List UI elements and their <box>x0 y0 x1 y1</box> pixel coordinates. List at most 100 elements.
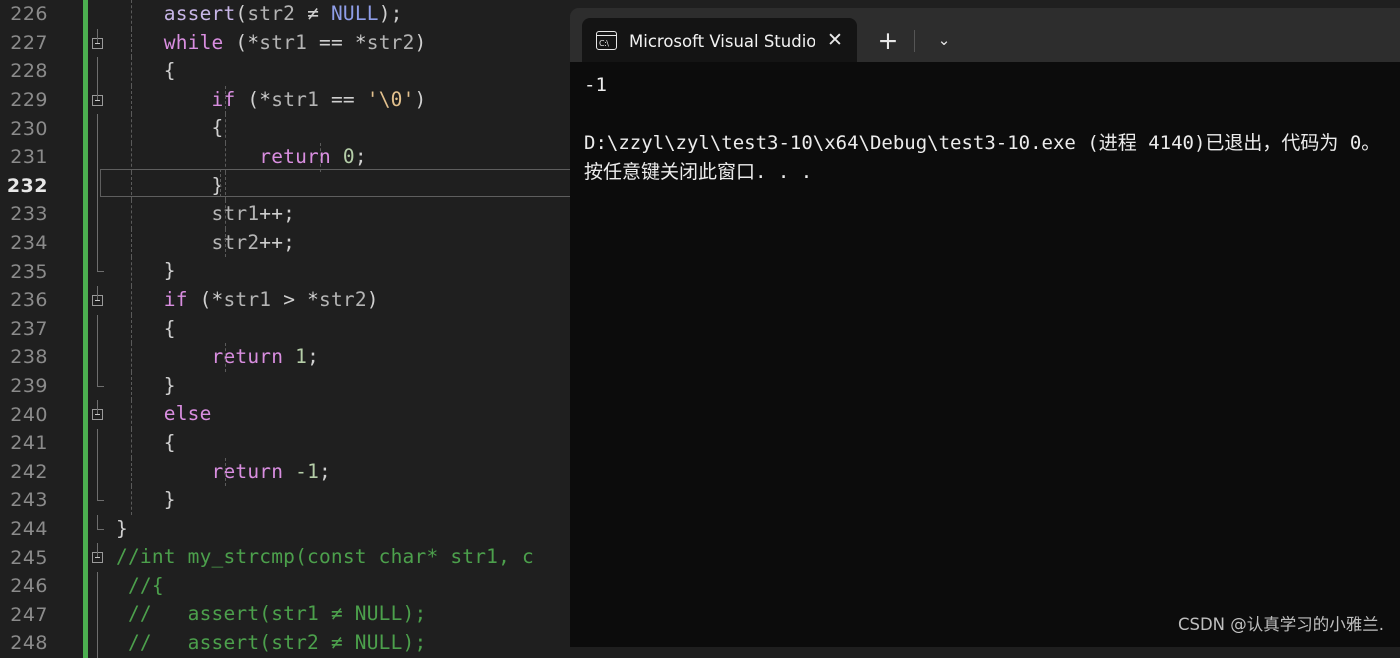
indent-guide <box>131 114 132 143</box>
indent-guide <box>225 85 226 115</box>
titlebar-divider <box>914 30 915 52</box>
fold-gutter[interactable] <box>88 486 114 515</box>
code-token: { <box>116 116 224 140</box>
fold-gutter[interactable] <box>88 343 114 372</box>
code-token: '\0' <box>366 87 415 111</box>
line-number: 240 <box>10 403 48 426</box>
terminal-window[interactable]: C:\ Microsoft Visual Studio 调试控 ✕ + ⌄ -1… <box>570 8 1400 647</box>
watermark-text: CSDN @认真学习的小雅兰. <box>1177 615 1384 634</box>
code-token: -1 <box>295 459 320 483</box>
line-number: 247 <box>10 603 48 626</box>
code-token: } <box>116 516 128 540</box>
fold-guide <box>97 85 98 100</box>
code-token: str2 <box>247 2 296 25</box>
code-token: 1 <box>295 345 308 369</box>
line-number: 228 <box>10 60 48 83</box>
new-tab-button[interactable]: + <box>866 18 910 62</box>
fold-gutter[interactable] <box>88 114 114 143</box>
fold-gutter[interactable] <box>88 228 114 258</box>
code-token: ≠ <box>295 2 331 25</box>
indent-guide <box>131 0 132 29</box>
fold-guide <box>97 600 98 630</box>
fold-gutter[interactable] <box>88 314 114 344</box>
fold-gutter[interactable] <box>88 400 114 429</box>
fold-gutter[interactable] <box>88 600 114 630</box>
code-token: else <box>163 402 212 426</box>
code-token: 0 <box>342 144 355 168</box>
fold-gutter[interactable] <box>88 457 114 487</box>
fold-guide <box>97 514 98 529</box>
terminal-titlebar[interactable]: C:\ Microsoft Visual Studio 调试控 ✕ + ⌄ <box>570 8 1400 62</box>
fold-gutter[interactable] <box>88 200 114 229</box>
code-token: // assert(str2 ≠ NULL); <box>116 631 427 655</box>
fold-gutter[interactable] <box>88 571 114 601</box>
code-token: ; <box>354 144 367 168</box>
line-number: 242 <box>10 460 48 483</box>
code-token: while <box>163 30 224 54</box>
code-token: ( <box>235 2 248 25</box>
fold-gutter[interactable] <box>88 257 114 286</box>
line-number: 232 <box>6 174 48 197</box>
code-token: //{ <box>116 573 164 597</box>
fold-gutter[interactable] <box>88 85 114 115</box>
code-token: ; <box>307 345 320 369</box>
fold-gutter[interactable] <box>88 514 114 544</box>
fold-guide <box>97 571 98 601</box>
code-token: //int my_strcmp(const char* str1, c <box>116 545 534 569</box>
fold-guide <box>97 142 98 172</box>
terminal-tab-active[interactable]: C:\ Microsoft Visual Studio 调试控 ✕ <box>582 18 857 62</box>
code-token: } <box>116 259 176 283</box>
code-token: ++; <box>259 202 296 226</box>
code-token: { <box>116 316 176 340</box>
indent-guide <box>225 142 226 172</box>
indent-guide <box>131 428 132 458</box>
fold-guide <box>97 228 98 258</box>
code-token: str2 <box>366 30 415 54</box>
indent-guide <box>131 486 132 515</box>
terminal-output[interactable]: -1 D:\zzyl\zyl\test3-10\x64\Debug\test3-1… <box>570 62 1400 647</box>
fold-gutter[interactable] <box>88 285 114 315</box>
indent-guide <box>320 142 321 172</box>
line-number: 237 <box>10 317 48 340</box>
command-prompt-icon: C:\ <box>596 30 617 50</box>
fold-end-marker <box>97 528 104 530</box>
code-token: ) <box>414 30 427 54</box>
code-token: return <box>211 345 284 369</box>
code-token: == <box>319 87 367 111</box>
terminal-tab-title: Microsoft Visual Studio 调试控 <box>629 32 815 51</box>
fold-guide <box>97 486 98 501</box>
code-token: ) <box>414 87 427 111</box>
fold-end-marker <box>97 385 104 387</box>
code-token: (* <box>235 87 272 111</box>
indent-guide <box>131 457 132 487</box>
indent-guide <box>131 257 132 286</box>
fold-gutter[interactable] <box>88 428 114 458</box>
terminal-output-line: 按任意键关闭此窗口. . . <box>584 161 813 183</box>
fold-gutter[interactable] <box>88 543 114 572</box>
fold-gutter[interactable] <box>88 57 114 86</box>
code-token: assert <box>163 2 236 25</box>
code-token: str1 <box>271 87 320 111</box>
fold-gutter[interactable] <box>88 171 114 201</box>
fold-gutter[interactable] <box>88 0 114 29</box>
code-token: (* <box>223 30 260 54</box>
indent-guide <box>225 228 226 258</box>
fold-guide <box>97 543 98 558</box>
code-token: (* <box>187 287 224 311</box>
indent-guide <box>131 400 132 429</box>
line-number: 230 <box>10 117 48 140</box>
fold-guide <box>97 57 98 86</box>
close-icon[interactable]: ✕ <box>815 30 855 50</box>
chevron-down-icon[interactable]: ⌄ <box>922 18 966 62</box>
fold-gutter[interactable] <box>88 371 114 401</box>
indent-guide <box>131 371 132 401</box>
fold-gutter[interactable] <box>88 629 114 658</box>
code-token: } <box>116 173 224 197</box>
fold-gutter[interactable] <box>88 142 114 172</box>
fold-gutter[interactable] <box>88 28 114 58</box>
